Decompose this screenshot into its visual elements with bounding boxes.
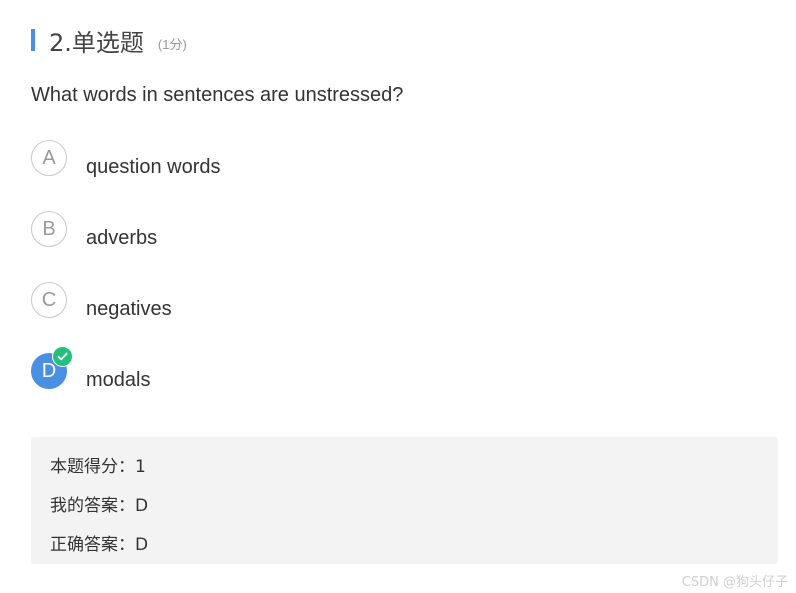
option-c-text[interactable]: negatives	[86, 298, 172, 321]
question-accent-bar	[31, 29, 35, 51]
question-title: 2.单选题	[49, 28, 144, 57]
option-d-text[interactable]: modals	[86, 369, 150, 392]
option-d[interactable]: D modals	[31, 346, 431, 424]
option-b[interactable]: B adverbs	[31, 211, 431, 282]
check-icon-glyph	[57, 352, 68, 361]
option-list: A question words B adverbs C negatives D…	[31, 140, 431, 424]
question-header: 2.单选题 (1分)	[31, 24, 187, 57]
question-text: What words in sentences are unstressed?	[31, 84, 404, 106]
check-icon	[52, 346, 73, 367]
correct-answer-line: 正确答案：D	[50, 535, 149, 555]
score-line: 本题得分：1	[50, 457, 146, 477]
option-a-text[interactable]: question words	[86, 156, 221, 179]
option-c-circle[interactable]: C	[31, 282, 67, 318]
result-panel: 本题得分：1 我的答案：D 正确答案：D	[31, 437, 778, 564]
option-c[interactable]: C negatives	[31, 282, 431, 353]
my-answer-line: 我的答案：D	[50, 496, 149, 516]
option-b-circle[interactable]: B	[31, 211, 67, 247]
option-a-circle[interactable]: A	[31, 140, 67, 176]
question-score-note: (1分)	[157, 36, 187, 52]
option-b-text[interactable]: adverbs	[86, 227, 157, 250]
watermark: CSDN @狗头仔子	[681, 575, 788, 590]
option-a[interactable]: A question words	[31, 140, 431, 211]
